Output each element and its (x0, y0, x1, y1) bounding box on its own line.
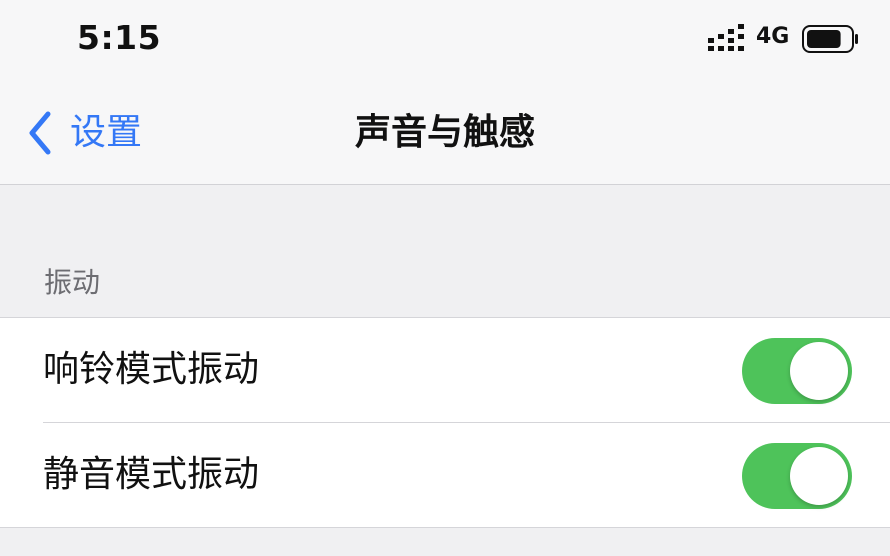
ring-vibration-toggle[interactable] (742, 338, 852, 404)
navigation-bar: 设置 声音与触感 (0, 80, 890, 185)
silent-vibration-label: 静音模式振动 (43, 454, 260, 495)
settings-row-ring-vibration: 响铃模式振动 (0, 318, 890, 422)
silent-vibration-toggle[interactable] (742, 443, 852, 509)
vibration-settings-group: 响铃模式振动 静音模式振动 (0, 317, 890, 528)
settings-row-silent-vibration: 静音模式振动 (43, 422, 890, 527)
status-time: 5:15 (77, 18, 162, 57)
status-bar: 5:15 4G (0, 0, 890, 80)
page-title: 声音与触感 (354, 112, 535, 153)
battery-icon (802, 25, 858, 53)
ring-vibration-label: 响铃模式振动 (43, 349, 260, 390)
toggle-knob (790, 447, 848, 505)
toggle-knob (790, 342, 848, 400)
cellular-signal-icon (708, 24, 744, 51)
network-type: 4G (756, 24, 790, 49)
section-header-vibration: 振动 (44, 266, 101, 299)
